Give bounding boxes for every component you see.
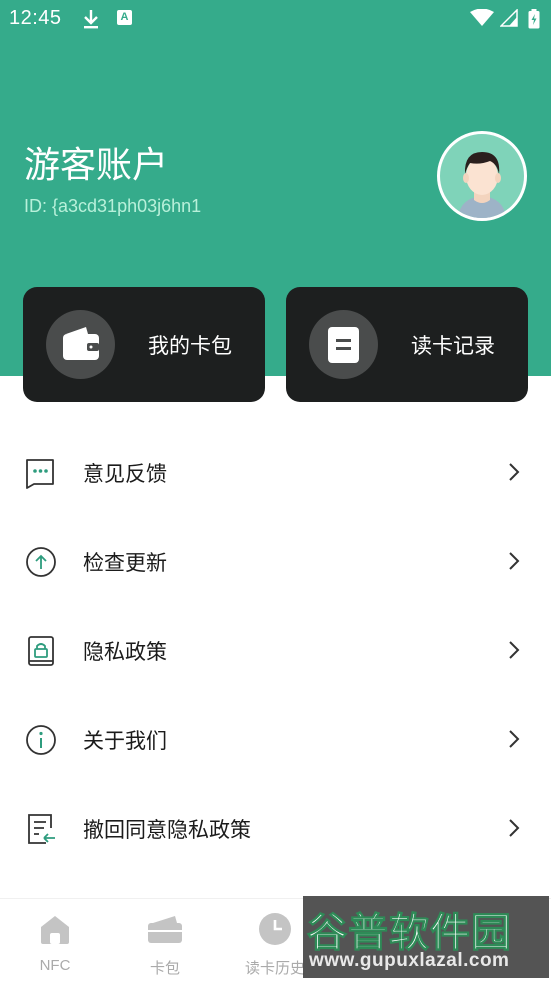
clock-icon (259, 913, 291, 945)
settings-menu: 意见反馈 检查更新 隐私政策 关于我们 撤回同意隐私政策 (0, 428, 551, 873)
nav-label-nfc: NFC (39, 957, 71, 974)
nav-tab-wallet[interactable]: 卡包 (110, 899, 220, 981)
menu-label-revoke-privacy-consent: 撤回同意隐私政策 (83, 818, 251, 842)
menu-item-about-us[interactable]: 关于我们 (0, 695, 551, 784)
document-icon (328, 327, 359, 363)
status-bar: 12:45 A (0, 0, 551, 38)
update-icon (26, 547, 56, 577)
info-icon (26, 725, 56, 755)
watermark: 谷普软件园 www.gupuxlazal.com (303, 896, 549, 978)
a-icon: A (117, 10, 132, 25)
signal-icon (500, 9, 518, 27)
chevron-right-icon (509, 463, 520, 481)
read-records-label: 读卡记录 (411, 334, 495, 358)
watermark-url: www.gupuxlazal.com (309, 950, 510, 971)
menu-item-check-update[interactable]: 检查更新 (0, 517, 551, 606)
privacy-icon (28, 636, 54, 666)
avatar[interactable] (437, 131, 527, 221)
menu-item-feedback[interactable]: 意见反馈 (0, 428, 551, 517)
battery-icon (528, 9, 540, 29)
feedback-icon (26, 459, 54, 489)
menu-item-privacy-policy[interactable]: 隐私政策 (0, 606, 551, 695)
wallet-icon (148, 916, 182, 943)
menu-label-check-update: 检查更新 (83, 551, 167, 575)
avatar-person-icon (458, 152, 506, 218)
wallet-icon (63, 327, 99, 360)
menu-label-about-us: 关于我们 (83, 729, 167, 753)
my-wallet-card[interactable]: 我的卡包 (23, 287, 265, 402)
nav-label-wallet: 卡包 (149, 960, 180, 977)
menu-item-revoke-privacy-consent[interactable]: 撤回同意隐私政策 (0, 784, 551, 873)
status-time: 12:45 (9, 7, 62, 29)
home-icon (41, 916, 69, 944)
read-records-card[interactable]: 读卡记录 (286, 287, 528, 402)
document-icon-circle (309, 310, 378, 379)
revoke-icon (28, 814, 55, 844)
nav-tab-nfc[interactable]: NFC (0, 899, 110, 981)
wifi-icon (470, 9, 494, 26)
chevron-right-icon (509, 552, 520, 570)
wallet-icon-circle (46, 310, 115, 379)
chevron-right-icon (509, 819, 520, 837)
menu-label-feedback: 意见反馈 (83, 462, 167, 486)
account-title: 游客账户 (24, 145, 169, 186)
chevron-right-icon (509, 730, 520, 748)
my-wallet-label: 我的卡包 (148, 334, 232, 358)
download-icon (84, 10, 98, 29)
account-id: ID: {a3cd31ph03j6hn1 (24, 196, 202, 216)
chevron-right-icon (509, 641, 520, 659)
menu-label-privacy-policy: 隐私政策 (83, 640, 167, 664)
